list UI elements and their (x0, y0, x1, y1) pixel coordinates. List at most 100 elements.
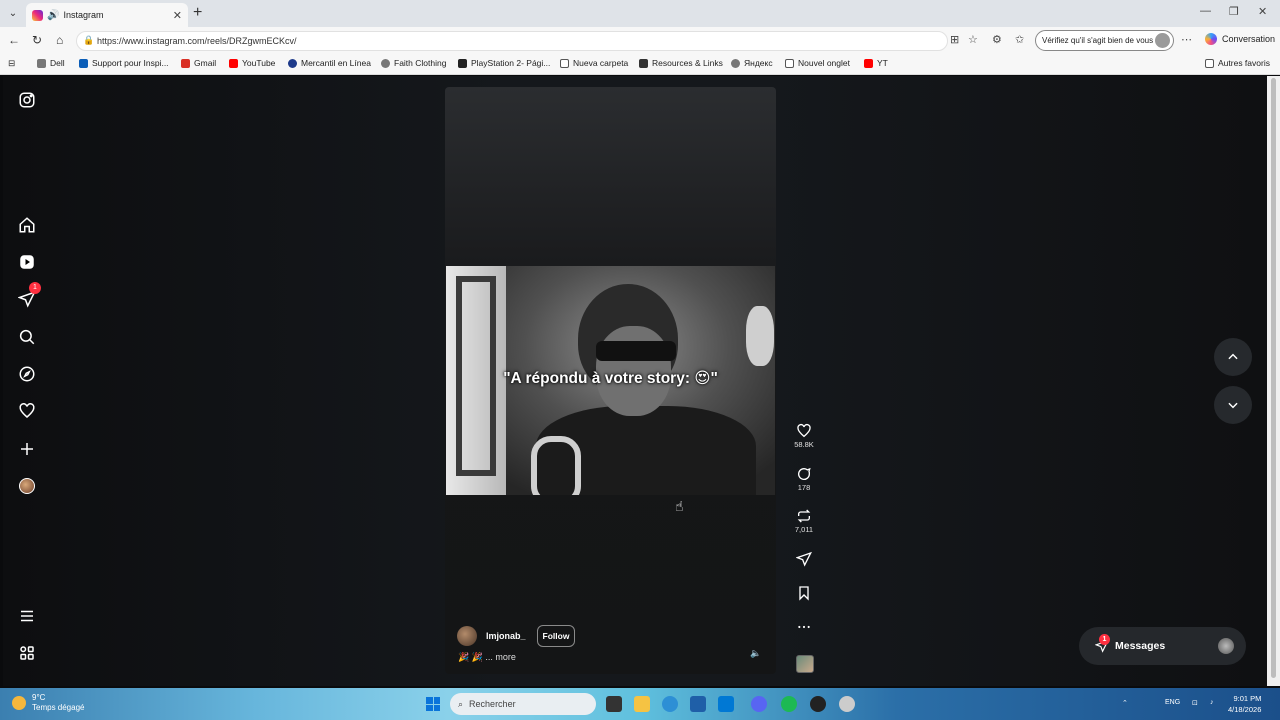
close-tab-icon[interactable]: ✕ (173, 9, 182, 22)
sun-icon (12, 696, 26, 710)
url-field[interactable]: 🔒 https://www.instagram.com/reels/DRZgwm… (76, 31, 948, 51)
bookmark-label: PlayStation 2- Pági... (471, 58, 551, 68)
taskbar-search[interactable]: ⌕ Rechercher (450, 693, 596, 715)
profile-verify-button[interactable]: Vérifiez qu'il s'agit bien de vous (1035, 30, 1174, 51)
next-reel-button[interactable] (1214, 386, 1252, 424)
home-nav-icon[interactable] (16, 214, 38, 236)
bookmark-label: YouTube (242, 58, 276, 68)
share-action[interactable] (790, 551, 818, 567)
minimize-icon[interactable]: — (1200, 5, 1211, 17)
store-icon[interactable] (690, 696, 706, 712)
favorites-icon[interactable]: ✩ (1015, 33, 1024, 46)
weather-widget[interactable]: 9°C Temps dégagé (12, 693, 84, 713)
comment-action[interactable]: 178 (790, 466, 818, 492)
bookmark-item[interactable]: PlayStation 2- Pági... (458, 58, 550, 68)
comment-count: 178 (797, 483, 811, 492)
tab-actions-icon[interactable]: ⌄ (0, 0, 26, 27)
close-window-icon[interactable]: ✕ (1258, 5, 1267, 18)
instagram-logo-icon[interactable] (16, 89, 38, 111)
audio-thumbnail[interactable] (796, 655, 814, 673)
gmail-icon (181, 58, 190, 68)
volume-tray-icon[interactable]: ♪ (1210, 699, 1214, 706)
bookmark-label: Nueva carpeta (573, 58, 629, 68)
maximize-icon[interactable]: ❐ (1229, 5, 1239, 18)
bookmark-label: Яндекс (744, 58, 773, 68)
bookmark-item[interactable]: Resources & Links (639, 58, 723, 68)
like-action[interactable]: 58.8K (790, 423, 818, 449)
bookmarks-toggle-icon[interactable]: ⊟ (8, 58, 15, 69)
other-favorites[interactable]: Autres favoris (1205, 58, 1270, 68)
bookmark-item[interactable]: YouTube (229, 58, 275, 68)
edge-icon[interactable] (662, 696, 678, 712)
bookmark-label: Dell (50, 58, 65, 68)
messages-button[interactable]: Messages 1 (1079, 627, 1246, 665)
direct-messages-nav-icon[interactable]: 1 (16, 282, 41, 310)
profile-nav-avatar[interactable] (16, 475, 38, 497)
url-text: https://www.instagram.com/reels/DRZgwmEC… (97, 36, 297, 46)
save-action[interactable] (790, 585, 818, 601)
reel-caption[interactable]: 🎉 🎉 ... more (458, 652, 516, 663)
more-dots-icon (798, 625, 810, 629)
volume-icon[interactable]: 🔈 (750, 648, 761, 659)
favorite-star-icon[interactable]: ☆ (968, 33, 978, 46)
notifications-heart-icon[interactable] (16, 400, 38, 422)
bookmark-item[interactable]: Nueva carpeta (560, 58, 628, 68)
follow-button[interactable]: Follow (536, 625, 576, 647)
bookmark-item[interactable]: Яндекс (731, 58, 773, 68)
file-explorer-icon[interactable] (634, 696, 650, 712)
task-view-icon[interactable] (606, 696, 622, 712)
steam-icon[interactable] (810, 696, 826, 712)
discord-icon[interactable] (751, 696, 767, 712)
bookmark-item[interactable]: Mercantil en Línea (288, 58, 371, 68)
author-username[interactable]: lmjonab_ (486, 631, 526, 641)
language-indicator[interactable]: ENG (1165, 699, 1180, 706)
new-tab-button[interactable]: + (193, 4, 202, 22)
bookmark-item[interactable]: Nouvel onglet (785, 58, 850, 68)
speaker-icon[interactable]: 🔊 (47, 10, 59, 21)
more-options-icon[interactable]: ⋯ (1181, 33, 1192, 46)
extension-icon[interactable]: ⚙ (992, 33, 1002, 46)
youtube-icon (864, 58, 873, 68)
messages-label: Messages (1115, 640, 1166, 652)
home-icon[interactable]: ⌂ (56, 33, 63, 47)
refresh-icon[interactable]: ↻ (32, 33, 42, 47)
more-menu-icon[interactable] (16, 605, 38, 627)
search-nav-icon[interactable] (16, 326, 38, 348)
chrome-icon[interactable] (839, 696, 855, 712)
scrollbar-thumb[interactable] (1271, 78, 1276, 678)
apps-icon[interactable]: ⊞ (950, 33, 959, 46)
start-button-icon[interactable] (426, 697, 440, 711)
page-scrollbar[interactable] (1267, 76, 1280, 686)
reel-video[interactable]: "A répondu à votre story: 😍" (446, 266, 775, 495)
globe-icon (731, 58, 740, 68)
back-icon[interactable]: ← (8, 33, 20, 47)
create-plus-icon[interactable] (16, 438, 38, 460)
repost-action[interactable]: 7,011 (790, 508, 818, 534)
more-actions[interactable] (790, 619, 818, 635)
also-from-meta-icon[interactable] (16, 642, 38, 664)
copilot-conversation-button[interactable]: Conversation (1205, 33, 1275, 45)
bookmark-label: Support pour Inspi... (92, 58, 169, 68)
previous-reel-button[interactable] (1214, 338, 1252, 376)
site-info-icon[interactable]: 🔒 (83, 35, 94, 46)
system-clock[interactable]: 9:01 PM 4/18/2026 (1228, 693, 1261, 715)
mail-icon[interactable] (718, 696, 734, 712)
reel-player[interactable]: "A répondu à votre story: 😍" (445, 87, 776, 674)
network-icon[interactable]: ⊡ (1192, 699, 1198, 707)
tray-overflow-icon[interactable]: ⌃ (1122, 699, 1128, 707)
spotify-icon[interactable] (781, 696, 797, 712)
bookmark-item[interactable]: Faith Clothing (381, 58, 446, 68)
heart-icon (797, 423, 811, 438)
bookmark-item[interactable]: Gmail (181, 58, 216, 68)
explore-compass-icon[interactable] (16, 363, 38, 385)
browser-tab[interactable]: 🔊 Instagram ✕ (26, 3, 188, 27)
conversation-label: Conversation (1222, 34, 1276, 44)
bookmark-item[interactable]: Dell (37, 58, 65, 68)
bookmark-item[interactable]: YT (864, 58, 888, 68)
reels-nav-icon[interactable] (16, 251, 38, 273)
bookmarks-bar: ⊟ Dell Support pour Inspi... Gmail YouTu… (0, 54, 1280, 75)
folder-icon (37, 58, 46, 68)
author-avatar[interactable] (457, 626, 477, 646)
bookmark-item[interactable]: Support pour Inspi... (79, 58, 169, 68)
clock-time: 9:01 PM (1233, 694, 1262, 703)
